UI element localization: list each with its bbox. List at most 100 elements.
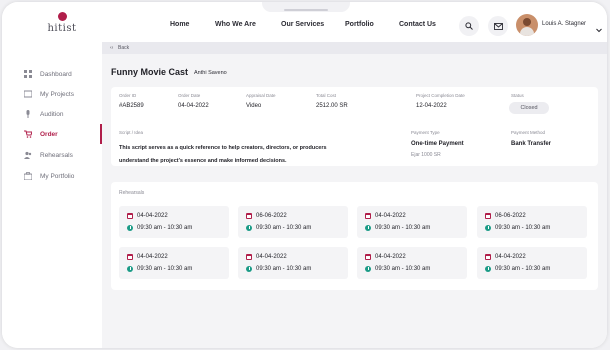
rehearsal-time-text: 09:30 am - 10:30 am [137, 266, 193, 272]
folder-icon [24, 90, 32, 98]
logo-text: hitist [47, 23, 77, 34]
rehearsal-item[interactable]: 04-04-2022 09:30 am - 10:30 am [119, 247, 229, 279]
nav-link-contact-us[interactable]: Contact Us [399, 21, 436, 28]
rehearsal-item[interactable]: 04-04-2022 09:30 am - 10:30 am [119, 206, 229, 238]
rehearsal-date-text: 06-06-2022 [256, 213, 287, 219]
rehearsal-time: 09:30 am - 10:30 am [485, 225, 550, 231]
logo[interactable]: hitist [40, 12, 84, 40]
rehearsal-time-text: 09:30 am - 10:30 am [256, 266, 312, 272]
sidebar-item-dashboard[interactable]: Dashboard [2, 64, 102, 84]
rehearsal-time: 09:30 am - 10:30 am [127, 266, 192, 272]
rehearsal-date: 06-06-2022 [485, 213, 526, 219]
rehearsal-item[interactable]: 04-04-2022 09:30 am - 10:30 am [238, 247, 348, 279]
rehearsal-time: 09:30 am - 10:30 am [365, 266, 430, 272]
sidebar-item-label: My Portfolio [40, 172, 75, 180]
total-cost-value: 2512.00 SR [316, 103, 348, 109]
rehearsal-date-text: 04-04-2022 [137, 213, 168, 219]
rehearsal-item[interactable]: 06-06-2022 09:30 am - 10:30 am [477, 206, 587, 238]
notch-indicator [284, 9, 328, 11]
clock-icon [485, 225, 491, 231]
avatar[interactable] [516, 14, 538, 36]
payment-method-value: Bank Transfer [511, 141, 552, 147]
page-subtitle: Anthi Saveno [194, 70, 227, 76]
sidebar-item-label: Dashboard [40, 70, 72, 78]
rehearsal-time: 09:30 am - 10:30 am [127, 225, 192, 231]
script-description: This script serves as a quick reference … [119, 145, 327, 164]
clock-icon [246, 266, 252, 272]
breadcrumb: ‹‹ Back [102, 42, 607, 54]
clock-icon [365, 266, 371, 272]
rehearsal-date: 04-04-2022 [485, 254, 526, 260]
sidebar-item-my-portfolio[interactable]: My Portfolio [2, 166, 102, 186]
clock-icon [246, 225, 252, 231]
sidebar-item-label: Audition [40, 110, 64, 118]
rehearsal-item[interactable]: 06-06-2022 09:30 am - 10:30 am [238, 206, 348, 238]
cart-icon [24, 130, 32, 138]
clock-icon [485, 266, 491, 272]
mail-icon [493, 22, 503, 30]
user-name[interactable]: Louis A. Stagner [542, 21, 586, 27]
rehearsal-time-text: 09:30 am - 10:30 am [495, 266, 551, 272]
search-button[interactable] [459, 16, 479, 36]
mic-icon [24, 110, 32, 118]
nav-link-home[interactable]: Home [170, 21, 189, 28]
back-link[interactable]: Back [118, 45, 129, 51]
page-title: Funny Movie Cast [111, 67, 189, 77]
main-content: ‹‹ Back Funny Movie Cast Anthi Saveno Or… [102, 42, 607, 348]
search-icon [465, 22, 473, 30]
completion-date-label: Project Completion Date [416, 93, 465, 98]
chevron-down-icon[interactable] [596, 20, 602, 38]
sidebar-item-my-projects[interactable]: My Projects [2, 84, 102, 104]
nav-link-portfolio[interactable]: Portfolio [345, 21, 374, 28]
calendar-icon [365, 254, 371, 260]
sidebar-item-label: Order [40, 130, 58, 138]
users-icon [24, 151, 32, 159]
avatar-body [520, 27, 534, 36]
payment-method-label: Payment Method [511, 130, 546, 135]
order-id-value: #AB2589 [119, 103, 144, 109]
sidebar-item-rehearsals[interactable]: Rehearsals [2, 145, 102, 165]
calendar-icon [127, 254, 133, 260]
calendar-icon [246, 213, 252, 219]
nav-link-who-we-are[interactable]: Who We Are [215, 21, 256, 28]
briefcase-icon [24, 172, 32, 180]
calendar-icon [365, 213, 371, 219]
rehearsal-date: 04-04-2022 [365, 213, 406, 219]
script-label: Script / Idea [119, 130, 144, 135]
sidebar-item-label: Rehearsals [40, 151, 73, 159]
rehearsal-item[interactable]: 04-04-2022 09:30 am - 10:30 am [357, 206, 467, 238]
rehearsal-time-text: 09:30 am - 10:30 am [375, 225, 431, 231]
calendar-icon [246, 254, 252, 260]
rehearsal-date-text: 04-04-2022 [137, 254, 168, 260]
payment-type-note: Ejar 1000 SR [411, 152, 441, 158]
nav-link-our-services[interactable]: Our Services [281, 21, 324, 28]
messages-button[interactable] [488, 16, 508, 36]
rehearsal-date-text: 06-06-2022 [495, 213, 526, 219]
order-id-label: Order ID [119, 93, 137, 98]
sidebar: hitist Dashboard My Projects Audition Or… [2, 2, 102, 348]
status-label: Status [511, 93, 524, 98]
rehearsal-item[interactable]: 04-04-2022 09:30 am - 10:30 am [477, 247, 587, 279]
rehearsal-date: 06-06-2022 [246, 213, 287, 219]
rehearsal-date-text: 04-04-2022 [495, 254, 526, 260]
logo-mark [57, 12, 67, 21]
clock-icon [127, 266, 133, 272]
calendar-icon [485, 254, 491, 260]
rehearsal-time-text: 09:30 am - 10:30 am [495, 225, 551, 231]
clock-icon [365, 225, 371, 231]
status-badge: Closed [509, 102, 549, 114]
clock-icon [127, 225, 133, 231]
rehearsal-item[interactable]: 04-04-2022 09:30 am - 10:30 am [357, 247, 467, 279]
rehearsal-time: 09:30 am - 10:30 am [246, 266, 311, 272]
rehearsal-time-text: 09:30 am - 10:30 am [375, 266, 431, 272]
order-date-label: Order Date [178, 93, 201, 98]
rehearsal-time: 09:30 am - 10:30 am [246, 225, 311, 231]
avatar-head [523, 18, 531, 26]
appraisal-date-value: Video [246, 103, 262, 109]
total-cost-label: Total Cost [316, 93, 337, 98]
rehearsal-time-text: 09:30 am - 10:30 am [256, 225, 312, 231]
app-window: hitist Dashboard My Projects Audition Or… [2, 2, 607, 348]
sidebar-item-audition[interactable]: Audition [2, 104, 102, 124]
chevron-left-icon[interactable]: ‹‹ [110, 45, 113, 51]
sidebar-item-order[interactable]: Order [2, 124, 102, 144]
